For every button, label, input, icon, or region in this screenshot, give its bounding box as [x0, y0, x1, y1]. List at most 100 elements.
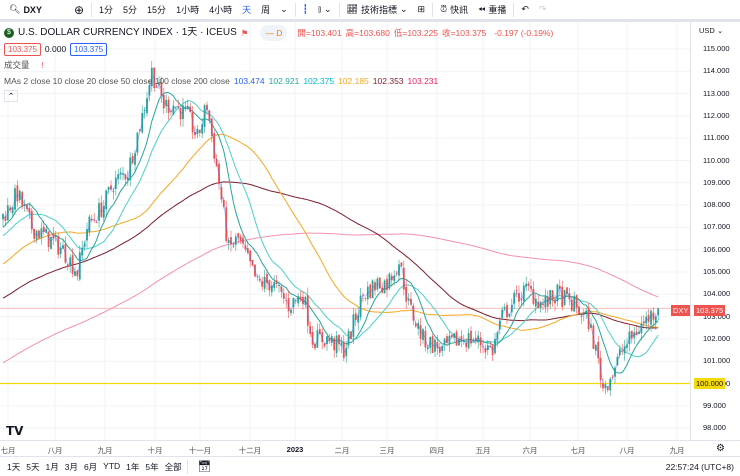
chart-style-button[interactable]: ⫾ ⌄: [313, 1, 336, 19]
ask-box[interactable]: 103.375: [70, 42, 108, 56]
price-tick: 114.000: [703, 66, 730, 76]
currency-select[interactable]: USD ⌄: [699, 26, 723, 35]
legend-title-row: $ U.S. DOLLAR CURRENCY INDEX · 1天 · ICEU…: [4, 25, 553, 41]
candle-body: [232, 245, 235, 247]
candle-body: [378, 277, 381, 289]
time-tick: 十月: [147, 446, 163, 455]
volume-label[interactable]: 成交量: [4, 57, 30, 73]
range-4[interactable]: 6月: [81, 461, 100, 473]
range-2[interactable]: 1月: [42, 461, 61, 473]
ma-value: 102.353: [372, 76, 404, 86]
data-badge: — D: [260, 25, 288, 41]
chevron-up-icon: ⌃: [7, 91, 15, 101]
interval-0[interactable]: 1分: [94, 1, 118, 19]
candle-body: [623, 346, 626, 354]
undo-button[interactable]: ↶: [516, 1, 534, 19]
price-tick: 108.000: [703, 200, 731, 210]
bar-style-icon: ⫾: [318, 4, 321, 14]
ma10-line: [2, 91, 659, 374]
candle-body: [580, 316, 583, 318]
current-symbol-label: DXY: [671, 305, 691, 316]
interval-1[interactable]: 5分: [118, 1, 142, 19]
ma50-line: [2, 133, 659, 331]
flag-icon[interactable]: ⚑: [241, 25, 249, 41]
time-tick: 七月: [0, 446, 16, 455]
divider: [294, 2, 296, 17]
candle-body: [16, 185, 19, 202]
ma-value: 102.375: [303, 76, 335, 86]
ma-value: 103.231: [407, 76, 439, 86]
price-tick: 102.000: [703, 333, 731, 343]
bid-box[interactable]: 103.375: [4, 42, 41, 56]
range-3[interactable]: 3月: [62, 461, 81, 473]
price-tick: 104.000: [703, 289, 731, 299]
warning-icon[interactable]: !: [42, 57, 44, 73]
replay-button[interactable]: ⏪︎ 重播: [473, 1, 511, 19]
spread: 0.000: [44, 44, 67, 54]
range-8[interactable]: 全部: [162, 461, 185, 473]
search-icon: 🔍︎: [9, 4, 21, 14]
candle-body: [112, 191, 115, 193]
ohlc-item: 收=103.375: [442, 28, 487, 38]
symbol-title[interactable]: U.S. DOLLAR CURRENCY INDEX · 1天 · ICEUS: [18, 25, 237, 41]
settings-icon[interactable]: ⚙: [716, 443, 725, 454]
top-toolbar: 🔍︎ DXY ⊕ 1分 5分 15分 1小時 4小時天周 ⌄ ┇ ⫾ ⌄ 📈︎ 技術指標 ⌄ ⊞…: [0, 0, 740, 22]
interval-dropdown[interactable]: ⌄: [275, 1, 293, 19]
ma-label[interactable]: MAs 2 close 10 close 20 close 50 close 1…: [4, 73, 230, 89]
candle-body: [515, 289, 518, 291]
price-tick: 109.000: [703, 177, 731, 187]
calendar-goto-icon[interactable]: 📅︎: [198, 460, 212, 473]
candle-body: [364, 297, 367, 299]
layout-button[interactable]: ⊞: [413, 1, 431, 19]
collapse-legend-button[interactable]: ⌃: [4, 90, 18, 102]
interval-2[interactable]: 15分: [142, 1, 171, 19]
chevron-down-icon: ⌄: [399, 4, 408, 14]
time-axis[interactable]: 七月 八月 九月 十月 十一月 十二月 2023 二月 三月 四月 五月 六月 七月 八月 九月 ⚙: [0, 440, 740, 456]
divider: [186, 459, 188, 474]
interval-3[interactable]: 1小時: [171, 1, 204, 19]
price-tick: 111.000: [703, 133, 729, 143]
compare-button[interactable]: ⊕: [69, 1, 89, 19]
volume-row: 成交量!: [4, 57, 553, 73]
time-tick: 八月: [47, 446, 63, 455]
ma-values: 103.474 102.921 102.375 102.185 102.353 103.2…: [234, 73, 438, 89]
candle-body: [179, 107, 182, 120]
interval-5[interactable]: 天: [237, 1, 256, 19]
candle-type-button[interactable]: ┇: [298, 1, 313, 19]
candle-body: [335, 335, 338, 353]
redo-icon: ↷: [538, 4, 547, 14]
candle-body: [575, 295, 578, 308]
candle-body: [650, 310, 652, 325]
time-tick: 九月: [97, 446, 113, 455]
candle-body: [174, 107, 177, 109]
clock[interactable]: 22:57:24 (UTC+8): [666, 462, 734, 472]
time-tick: 六月: [522, 446, 538, 455]
redo-button[interactable]: ↷: [534, 1, 552, 19]
ma200-line: [2, 232, 659, 364]
ma20-line: [2, 100, 659, 358]
range-7[interactable]: 5年: [142, 461, 161, 473]
ma-value: 102.921: [268, 76, 300, 86]
candles-icon: ┇: [302, 4, 309, 14]
time-tick: 八月: [619, 446, 635, 455]
interval-4[interactable]: 4小時: [204, 1, 237, 19]
rewind-icon: ⏪︎: [478, 4, 486, 14]
undo-icon: ↶: [521, 4, 529, 14]
range-5[interactable]: YTD: [100, 461, 123, 473]
ohlc-item: 開=103.401: [297, 28, 342, 38]
price-axis[interactable]: USD ⌄ 115.000 114.000 113.000 112.000 111.00…: [690, 22, 740, 440]
range-6[interactable]: 1年: [123, 461, 142, 473]
price-tick: 107.000: [703, 222, 731, 232]
range-0[interactable]: 1天: [4, 461, 23, 473]
indicators-button[interactable]: 📈︎ 技術指標 ⌄: [342, 1, 413, 19]
candle-body: [297, 296, 300, 304]
candle-body: [95, 222, 98, 223]
chevron-down-icon: ⌄: [716, 26, 724, 35]
interval-6[interactable]: 周: [256, 1, 275, 19]
range-1[interactable]: 5天: [23, 461, 42, 473]
time-tick: 十一月: [188, 446, 212, 455]
interval-group: 1分 5分 15分 1小時 4小時天周: [94, 1, 275, 19]
symbol-search[interactable]: 🔍︎ DXY: [4, 1, 47, 19]
price-tick: 113.000: [703, 88, 730, 98]
news-button[interactable]: ⏰︎ 快訊: [435, 1, 473, 19]
